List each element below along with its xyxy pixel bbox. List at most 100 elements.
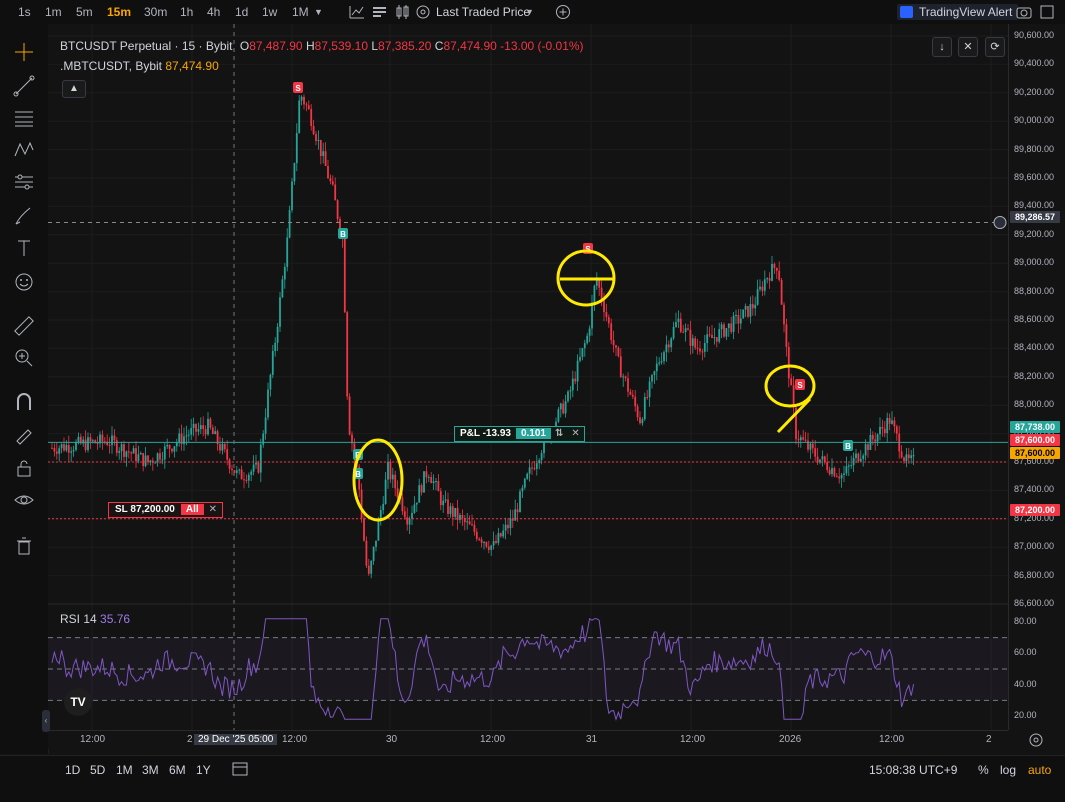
candle-body: [634, 396, 637, 407]
candle-type-icon[interactable]: [394, 3, 412, 21]
timeframe-1d[interactable]: 1d: [235, 5, 248, 19]
candle-body: [144, 455, 147, 466]
timeframe-1s[interactable]: 1s: [18, 5, 31, 19]
magnet-icon[interactable]: [12, 390, 36, 414]
tradingview-alert-button[interactable]: TradingView Alert: [897, 4, 1019, 20]
range-5d[interactable]: 5D: [90, 763, 105, 777]
goto-date-icon[interactable]: [230, 760, 250, 778]
settings-icon[interactable]: [1028, 732, 1044, 748]
timeframe-4h[interactable]: 4h: [207, 5, 220, 19]
chevron-down-icon[interactable]: ▼: [314, 7, 332, 25]
symbol-name[interactable]: BTCUSDT Perpetual · 15 · Bybit: [60, 39, 233, 53]
lock-drawing-icon[interactable]: [12, 422, 36, 446]
timeframe-1w[interactable]: 1w: [262, 5, 277, 19]
candle-body: [269, 374, 272, 390]
candle-body: [833, 468, 836, 477]
ruler-icon[interactable]: [12, 314, 36, 338]
camera-icon[interactable]: [1015, 3, 1033, 21]
restore-button[interactable]: ⟳: [985, 37, 1005, 57]
lock-icon[interactable]: [12, 456, 36, 480]
price-chart[interactable]: SBBBSSB: [48, 24, 1008, 730]
range-1m[interactable]: 1M: [116, 763, 133, 777]
timeframe-1m[interactable]: 1m: [45, 5, 62, 19]
pattern-icon[interactable]: [12, 138, 36, 162]
annotation-circle: [764, 364, 816, 408]
zoom-icon[interactable]: [12, 346, 36, 370]
clock[interactable]: 15:08:38 UTC+9: [869, 763, 957, 777]
candle-body: [787, 346, 790, 379]
candle-body: [485, 542, 488, 547]
candle-body: [665, 344, 668, 353]
timeframe-30m[interactable]: 30m: [144, 5, 167, 19]
candle-body: [401, 497, 404, 512]
close-icon[interactable]: ✕: [567, 428, 583, 439]
add-icon[interactable]: [554, 3, 572, 21]
price-source-selector[interactable]: Last Traded Price: [436, 5, 530, 19]
emoji-icon[interactable]: [12, 270, 36, 294]
indicators-icon[interactable]: [348, 3, 366, 21]
range-3m[interactable]: 3M: [142, 763, 159, 777]
brush-icon[interactable]: [12, 204, 36, 228]
candle-body: [768, 278, 771, 281]
crosshair-icon[interactable]: [12, 40, 36, 64]
candle-body: [595, 280, 598, 286]
candle-body: [454, 507, 457, 517]
candle-body: [756, 289, 759, 305]
candle-body: [862, 455, 865, 459]
tradingview-logo[interactable]: TV: [64, 688, 92, 716]
candle-body: [96, 443, 99, 445]
position-pnl[interactable]: P&L -13.93 0.101 ⇅ ✕: [454, 426, 585, 442]
candle-body: [192, 423, 195, 428]
candle-body: [888, 418, 891, 424]
candle-body: [732, 315, 735, 332]
log-toggle[interactable]: log: [1000, 763, 1016, 777]
range-6m[interactable]: 6M: [169, 763, 186, 777]
candle-body: [307, 105, 310, 110]
candle-body: [195, 423, 197, 432]
stop-loss-order[interactable]: SL 87,200.00 All ✕: [108, 502, 224, 518]
settings-icon[interactable]: [414, 3, 432, 21]
candle-body: [586, 335, 589, 344]
range-1d[interactable]: 1D: [65, 763, 80, 777]
candle-body: [235, 470, 238, 473]
collapse-legend-button[interactable]: ▲: [62, 80, 86, 98]
fib-icon[interactable]: [12, 106, 36, 130]
candle-body: [439, 491, 442, 506]
candle-body: [161, 459, 164, 461]
timeframe-1M[interactable]: 1M: [292, 5, 309, 19]
range-1y[interactable]: 1Y: [196, 763, 211, 777]
percent-toggle[interactable]: %: [978, 763, 989, 777]
candle-body: [139, 453, 142, 455]
hide-toolbar-button[interactable]: ‹: [42, 710, 50, 732]
timeframe-1h[interactable]: 1h: [180, 5, 193, 19]
sl-label: SL 87,200.00: [115, 504, 175, 515]
candle-body: [905, 454, 908, 462]
chevron-down-icon[interactable]: ▼: [525, 7, 543, 25]
candle-body: [775, 268, 778, 271]
collapse-button[interactable]: ✕: [958, 37, 978, 57]
timeframe-15m[interactable]: 15m: [107, 5, 131, 19]
close-icon[interactable]: ✕: [204, 504, 222, 515]
prediction-icon[interactable]: [12, 170, 36, 194]
candle-body: [780, 279, 783, 305]
candle-body: [567, 391, 569, 402]
trash-icon[interactable]: [12, 534, 36, 558]
templates-icon[interactable]: [371, 3, 389, 21]
auto-toggle[interactable]: auto: [1028, 763, 1051, 777]
candle-body: [384, 479, 387, 504]
fullscreen-icon[interactable]: [1038, 3, 1056, 21]
reverse-icon[interactable]: ⇅: [551, 428, 567, 439]
timeframe-5m[interactable]: 5m: [76, 5, 93, 19]
candle-body: [58, 448, 61, 454]
candle-body: [622, 376, 625, 378]
trendline-icon[interactable]: [12, 74, 36, 98]
candle-body: [286, 237, 289, 267]
candle-body: [588, 328, 591, 336]
chart-pane[interactable]: SBBBSSB: [48, 24, 1008, 730]
price-tick-label: 87,000.00: [1014, 541, 1055, 552]
candle-body: [435, 481, 437, 483]
candle-body: [288, 210, 291, 238]
scroll-down-button[interactable]: ↓: [932, 37, 952, 57]
text-icon[interactable]: [12, 236, 36, 260]
eye-icon[interactable]: [12, 488, 36, 512]
